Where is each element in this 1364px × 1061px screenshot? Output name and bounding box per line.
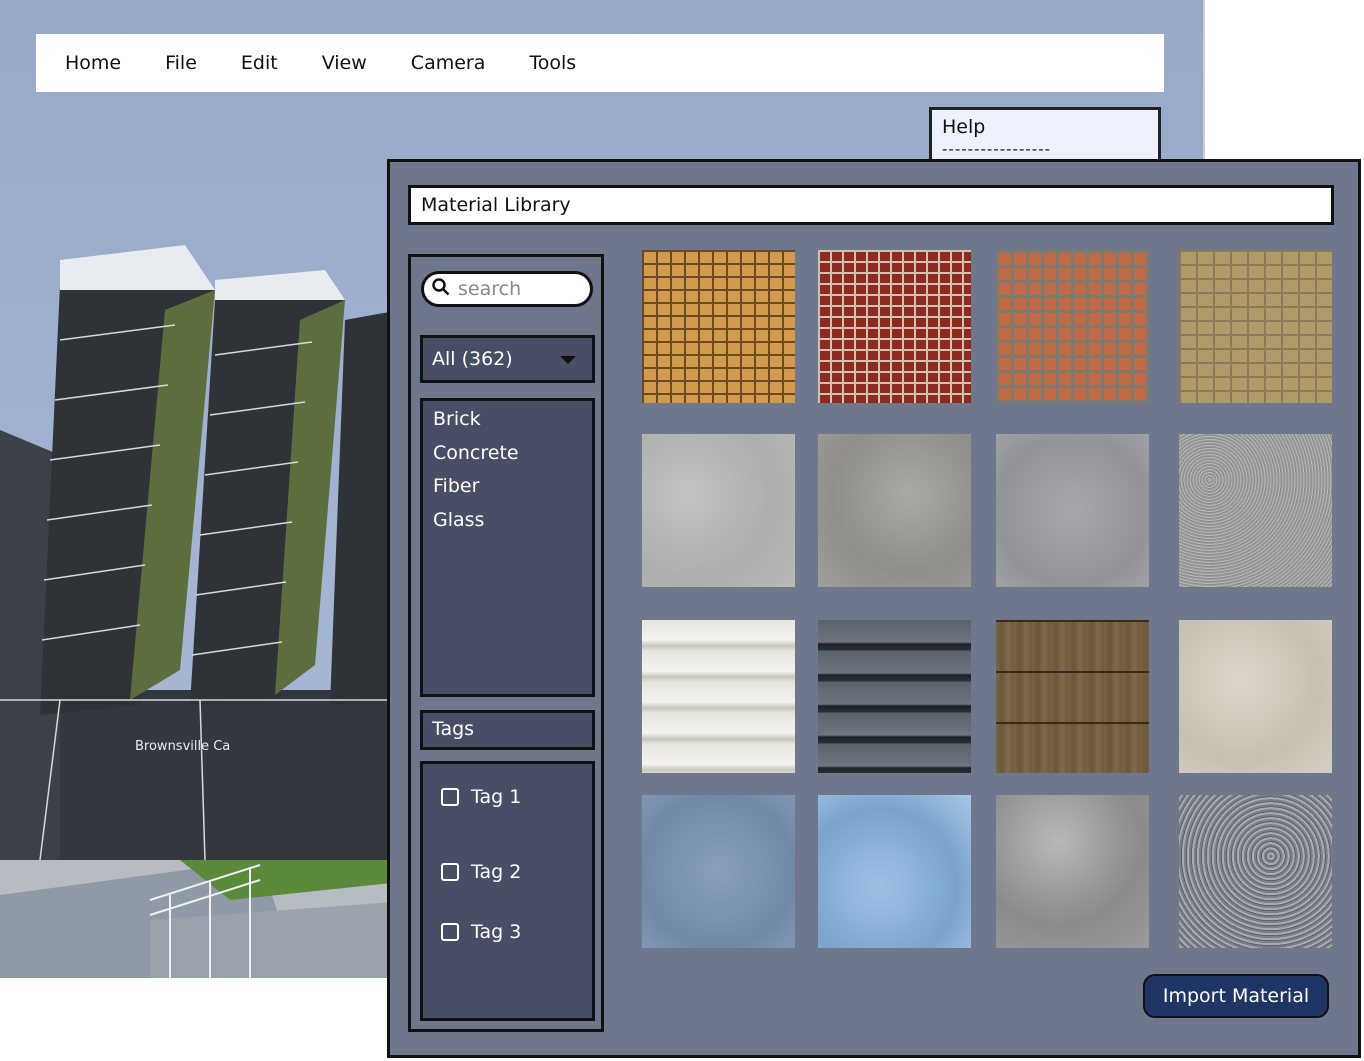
tags-list: Tag 1 Tag 2 Tag 3	[420, 761, 595, 1021]
category-item-glass[interactable]: Glass	[433, 506, 592, 540]
help-separator: -----------------	[942, 140, 1052, 158]
material-swatch-granite-gray[interactable]	[1179, 795, 1332, 948]
material-swatch-ice-light-blue[interactable]	[818, 795, 971, 948]
tag-label: Tag 1	[471, 786, 522, 808]
checkbox[interactable]	[441, 923, 459, 941]
search-icon	[432, 278, 450, 300]
tag-label: Tag 3	[471, 921, 522, 943]
material-swatch-brick-tan[interactable]	[642, 250, 795, 403]
search-input[interactable]	[456, 277, 580, 301]
menu-bar: Home File Edit View Camera Tools	[36, 34, 1164, 92]
menu-home[interactable]: Home	[50, 48, 121, 78]
tag-1-option[interactable]: Tag 1	[423, 782, 592, 812]
tag-2-option[interactable]: Tag 2	[423, 842, 592, 902]
dropdown-selected-value: All (362)	[432, 348, 513, 370]
category-item-concrete[interactable]: Concrete	[433, 439, 592, 473]
checkbox[interactable]	[441, 788, 459, 806]
material-swatch-brick-yellow[interactable]	[1179, 250, 1332, 403]
search-box[interactable]	[421, 271, 593, 307]
tag-3-option[interactable]: Tag 3	[423, 902, 592, 962]
material-swatch-wood-planks[interactable]	[996, 620, 1149, 773]
material-swatch-concrete-granular[interactable]	[1179, 434, 1332, 587]
checkbox[interactable]	[441, 863, 459, 881]
material-swatch-marble-gray[interactable]	[996, 795, 1149, 948]
material-swatch-brick-orange[interactable]	[996, 250, 1149, 403]
material-swatch-concrete-speckled[interactable]	[818, 434, 971, 587]
material-swatch-fiber-white-siding[interactable]	[642, 620, 795, 773]
category-list: Brick Concrete Fiber Glass	[420, 398, 595, 697]
category-item-fiber[interactable]: Fiber	[433, 472, 592, 506]
scene-sign: Brownsville Ca	[135, 739, 230, 754]
category-filter-dropdown[interactable]: All (362)	[420, 335, 595, 383]
tag-label: Tag 2	[471, 861, 522, 883]
menu-file[interactable]: File	[150, 48, 197, 78]
dialog-title: Material Library	[408, 185, 1334, 225]
material-swatch-fiber-dark-siding[interactable]	[818, 620, 971, 773]
filter-sidebar: All (362) Brick Concrete Fiber Glass Tag…	[408, 254, 604, 1032]
material-swatch-brick-red[interactable]	[818, 250, 971, 403]
menu-tools[interactable]: Tools	[514, 48, 576, 78]
material-swatch-stone-beige[interactable]	[1179, 620, 1332, 773]
import-material-button[interactable]: Import Material	[1143, 974, 1329, 1018]
material-swatch-ice-blue[interactable]	[642, 795, 795, 948]
material-library-dialog: Material Library All (362) Brick Concret…	[387, 159, 1361, 1058]
material-swatch-concrete-light[interactable]	[642, 434, 795, 587]
material-swatch-concrete-smooth[interactable]	[996, 434, 1149, 587]
chevron-down-icon	[560, 356, 576, 364]
material-grid	[641, 250, 1341, 955]
help-title: Help	[942, 116, 986, 138]
tags-header: Tags	[420, 710, 595, 750]
category-item-brick[interactable]: Brick	[433, 405, 592, 439]
menu-edit[interactable]: Edit	[226, 48, 278, 78]
menu-camera[interactable]: Camera	[396, 48, 486, 78]
menu-view[interactable]: View	[307, 48, 367, 78]
